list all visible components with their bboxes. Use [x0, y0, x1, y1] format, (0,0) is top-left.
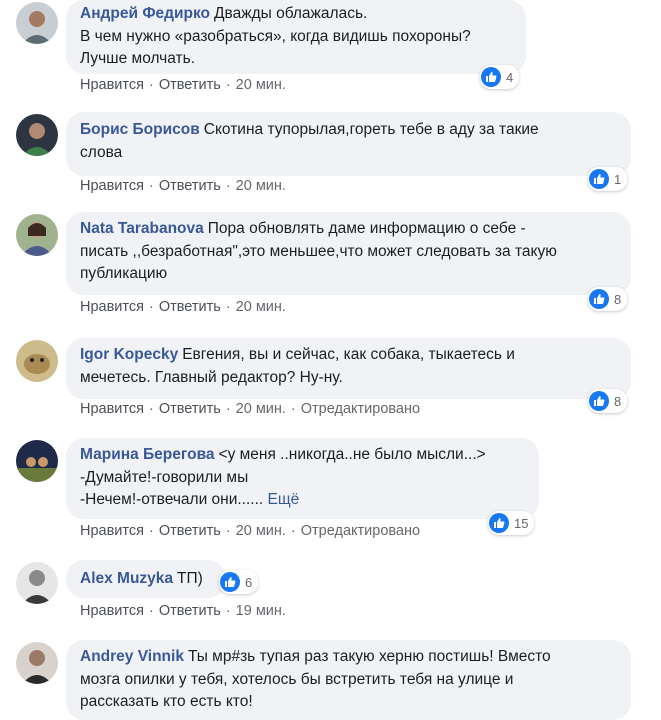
- separator: ·: [290, 523, 296, 539]
- separator: ·: [148, 401, 154, 417]
- like-reaction-icon: [489, 513, 509, 533]
- timestamp[interactable]: 20 мин.: [236, 299, 286, 315]
- avatar[interactable]: [16, 440, 58, 482]
- separator: ·: [225, 77, 231, 93]
- avatar[interactable]: [16, 340, 58, 382]
- avatar[interactable]: [16, 562, 58, 604]
- timestamp[interactable]: 20 мин.: [236, 523, 286, 539]
- separator: ·: [148, 77, 154, 93]
- comment-actions: Нравится · Ответить · 20 мин.: [80, 77, 286, 93]
- separator: ·: [148, 299, 154, 315]
- reply-link[interactable]: Ответить: [159, 401, 221, 417]
- reaction-count[interactable]: 1: [588, 167, 628, 191]
- like-link[interactable]: Нравится: [80, 77, 144, 93]
- reaction-count-value: 4: [506, 69, 514, 85]
- separator: ·: [225, 603, 231, 619]
- like-reaction-icon: [589, 289, 609, 309]
- reply-link[interactable]: Ответить: [159, 603, 221, 619]
- comment-actions: Нравится · Ответить · 20 мин.: [80, 178, 286, 194]
- like-reaction-icon: [589, 391, 609, 411]
- separator: ·: [148, 523, 154, 539]
- see-more-link[interactable]: Ещё: [268, 491, 300, 508]
- like-link[interactable]: Нравится: [80, 401, 144, 417]
- reply-link[interactable]: Ответить: [159, 523, 221, 539]
- timestamp[interactable]: 20 мин.: [236, 401, 286, 417]
- reaction-count[interactable]: 4: [480, 65, 520, 89]
- comment-text: ТП): [177, 570, 203, 587]
- comment-actions: Нравится · Ответить · 20 мин.: [80, 299, 286, 315]
- comment-author[interactable]: Alex Muzyka: [80, 570, 173, 587]
- comment-author[interactable]: Nata Tarabanova: [80, 220, 204, 237]
- comment-bubble: Nata Tarabanova Пора обновлять даме инфор…: [66, 212, 631, 295]
- avatar[interactable]: [16, 642, 58, 684]
- like-reaction-icon: [589, 169, 609, 189]
- reply-link[interactable]: Ответить: [159, 299, 221, 315]
- separator: ·: [148, 178, 154, 194]
- reaction-count-value: 15: [514, 515, 529, 531]
- separator: ·: [148, 603, 154, 619]
- timestamp[interactable]: 20 мин.: [236, 178, 286, 194]
- reaction-count-value: 8: [614, 291, 622, 307]
- separator: ·: [225, 523, 231, 539]
- edited-label[interactable]: Отредактировано: [301, 523, 420, 539]
- reaction-count[interactable]: 8: [588, 389, 628, 413]
- like-reaction-icon: [220, 572, 240, 592]
- timestamp[interactable]: 20 мин.: [236, 77, 286, 93]
- reaction-count[interactable]: 6: [219, 570, 259, 594]
- like-link[interactable]: Нравится: [80, 178, 144, 194]
- comment-author[interactable]: Andrey Vinnik: [80, 648, 184, 665]
- like-reaction-icon: [481, 67, 501, 87]
- reaction-count-value: 6: [245, 574, 253, 590]
- reaction-count[interactable]: 15: [488, 511, 535, 535]
- comment-author[interactable]: Igor Kopecky: [80, 346, 178, 363]
- comment-author[interactable]: Андрей Федирко: [80, 5, 210, 22]
- comment-bubble: Igor Kopecky Евгения, вы и сейчас, как со…: [66, 338, 631, 399]
- reaction-count[interactable]: 8: [588, 287, 628, 311]
- separator: ·: [225, 299, 231, 315]
- comment-actions: Нравится · Ответить · 20 мин. · Отредактирован…: [80, 401, 420, 417]
- avatar[interactable]: [16, 114, 58, 156]
- comment-bubble: Борис Борисов Скотина тупорылая,гореть те…: [66, 112, 631, 176]
- separator: ·: [225, 401, 231, 417]
- separator: ·: [290, 401, 296, 417]
- comment-author[interactable]: Борис Борисов: [80, 121, 200, 138]
- comment-bubble: Марина Берегова <у меня ..никогда..не был…: [66, 438, 539, 519]
- comment-author[interactable]: Марина Берегова: [80, 446, 215, 463]
- comment-actions: Нравится · Ответить · 20 мин. · Отредактирован…: [80, 523, 420, 539]
- avatar[interactable]: [16, 2, 58, 44]
- reaction-count-value: 8: [614, 393, 622, 409]
- reply-link[interactable]: Ответить: [159, 77, 221, 93]
- comment-actions: Нравится · Ответить · 19 мин.: [80, 603, 286, 619]
- timestamp[interactable]: 19 мин.: [236, 603, 286, 619]
- avatar[interactable]: [16, 214, 58, 256]
- separator: ·: [225, 178, 231, 194]
- comment-bubble: Андрей Федирко Дважды облажалась. В чем н…: [66, 0, 526, 74]
- reaction-count-value: 1: [614, 171, 622, 187]
- edited-label[interactable]: Отредактировано: [301, 401, 420, 417]
- reply-link[interactable]: Ответить: [159, 178, 221, 194]
- like-link[interactable]: Нравится: [80, 299, 144, 315]
- like-link[interactable]: Нравится: [80, 603, 144, 619]
- comment-bubble: Alex Muzyka ТП): [66, 560, 226, 598]
- comment-bubble: Andrey Vinnik Ты мр#зь тупая раз такую хе…: [66, 640, 631, 720]
- like-link[interactable]: Нравится: [80, 523, 144, 539]
